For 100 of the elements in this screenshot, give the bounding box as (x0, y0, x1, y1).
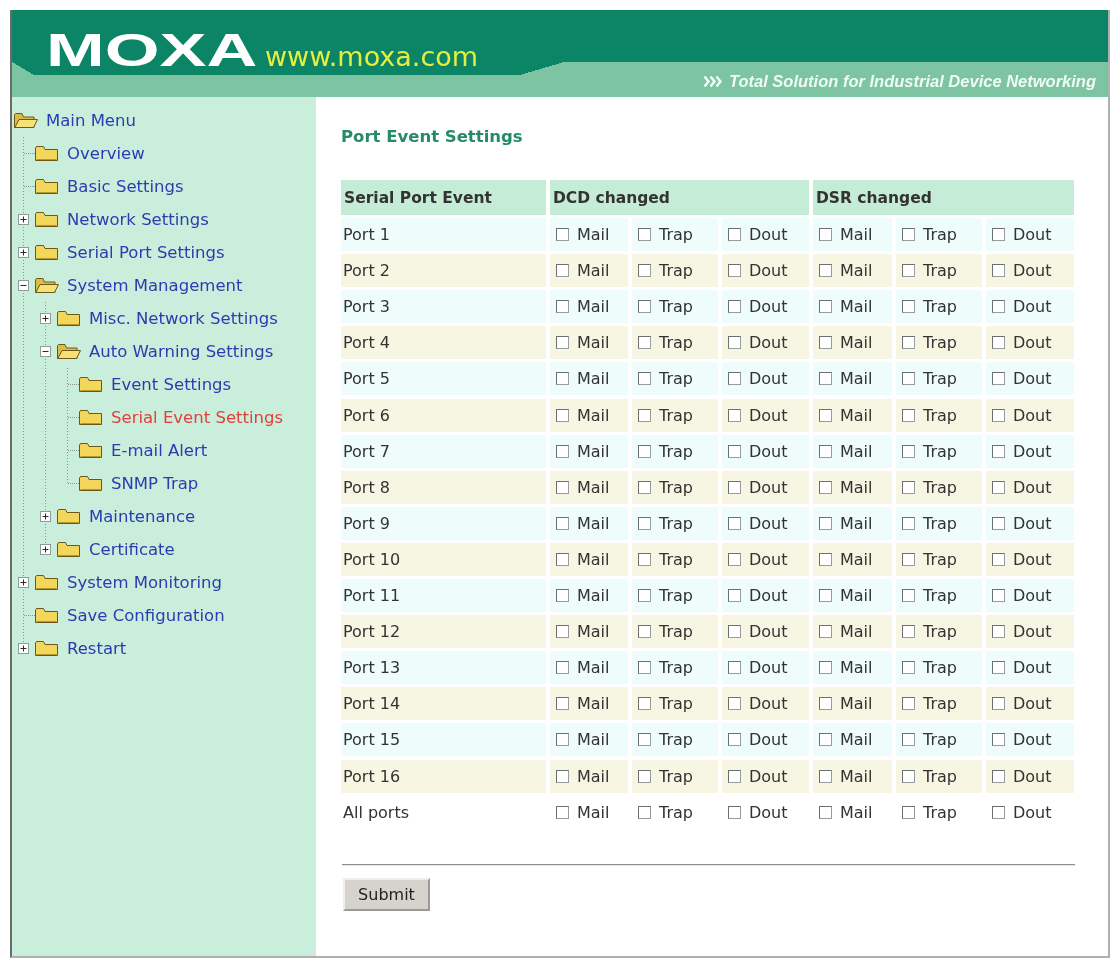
expand-icon[interactable] (40, 544, 51, 555)
checkbox[interactable] (819, 733, 832, 747)
checkbox[interactable] (902, 625, 915, 639)
checkbox[interactable] (638, 336, 651, 350)
menu-item[interactable]: Save Configuration (67, 606, 225, 625)
checkbox[interactable] (638, 589, 651, 603)
checkbox[interactable] (728, 625, 741, 639)
checkbox[interactable] (556, 589, 569, 603)
checkbox[interactable] (992, 516, 1005, 530)
checkbox[interactable] (556, 697, 569, 711)
checkbox[interactable] (902, 372, 915, 386)
checkbox[interactable] (819, 264, 832, 278)
checkbox[interactable] (819, 300, 832, 314)
checkbox[interactable] (638, 300, 651, 314)
checkbox[interactable] (638, 372, 651, 386)
checkbox[interactable] (556, 480, 569, 494)
checkbox[interactable] (992, 625, 1005, 639)
checkbox[interactable] (992, 697, 1005, 711)
checkbox[interactable] (638, 228, 651, 242)
checkbox[interactable] (992, 372, 1005, 386)
checkbox[interactable] (638, 264, 651, 278)
checkbox[interactable] (819, 769, 832, 783)
checkbox[interactable] (902, 661, 915, 675)
checkbox[interactable] (638, 805, 651, 819)
checkbox[interactable] (556, 228, 569, 242)
checkbox[interactable] (992, 480, 1005, 494)
checkbox[interactable] (638, 552, 651, 566)
checkbox[interactable] (819, 552, 832, 566)
checkbox[interactable] (902, 805, 915, 819)
expand-icon[interactable] (18, 247, 29, 258)
checkbox[interactable] (902, 697, 915, 711)
checkbox[interactable] (638, 408, 651, 422)
checkbox[interactable] (992, 552, 1005, 566)
checkbox[interactable] (902, 300, 915, 314)
checkbox[interactable] (638, 444, 651, 458)
checkbox[interactable] (819, 444, 832, 458)
menu-item[interactable]: Event Settings (111, 375, 232, 394)
checkbox[interactable] (556, 300, 569, 314)
checkbox[interactable] (556, 805, 569, 819)
checkbox[interactable] (992, 769, 1005, 783)
checkbox[interactable] (992, 408, 1005, 422)
checkbox[interactable] (556, 552, 569, 566)
checkbox[interactable] (819, 805, 832, 819)
checkbox[interactable] (819, 228, 832, 242)
checkbox[interactable] (728, 300, 741, 314)
checkbox[interactable] (556, 625, 569, 639)
checkbox[interactable] (819, 697, 832, 711)
collapse-icon[interactable] (18, 280, 29, 291)
menu-item[interactable]: Auto Warning Settings (89, 342, 274, 361)
checkbox[interactable] (992, 300, 1005, 314)
checkbox[interactable] (728, 480, 741, 494)
checkbox[interactable] (728, 589, 741, 603)
checkbox[interactable] (556, 408, 569, 422)
menu-item[interactable]: E-mail Alert (111, 441, 208, 460)
checkbox[interactable] (638, 697, 651, 711)
checkbox[interactable] (728, 805, 741, 819)
checkbox[interactable] (819, 336, 832, 350)
checkbox[interactable] (992, 661, 1005, 675)
checkbox[interactable] (992, 228, 1005, 242)
checkbox[interactable] (819, 661, 832, 675)
checkbox[interactable] (728, 372, 741, 386)
checkbox[interactable] (728, 444, 741, 458)
checkbox[interactable] (638, 769, 651, 783)
submit-button[interactable]: Submit (343, 877, 430, 911)
checkbox[interactable] (992, 336, 1005, 350)
menu-item[interactable]: Restart (67, 639, 127, 658)
expand-icon[interactable] (18, 577, 29, 588)
checkbox[interactable] (728, 264, 741, 278)
checkbox[interactable] (992, 805, 1005, 819)
expand-icon[interactable] (40, 313, 51, 324)
checkbox[interactable] (556, 769, 569, 783)
checkbox[interactable] (819, 408, 832, 422)
menu-item[interactable]: Overview (67, 144, 145, 163)
checkbox[interactable] (902, 769, 915, 783)
collapse-icon[interactable] (40, 346, 51, 357)
checkbox[interactable] (819, 480, 832, 494)
checkbox[interactable] (728, 733, 741, 747)
checkbox[interactable] (992, 444, 1005, 458)
menu-item[interactable]: Maintenance (89, 507, 196, 526)
checkbox[interactable] (902, 228, 915, 242)
menu-item[interactable]: Main Menu (46, 111, 136, 130)
menu-item[interactable]: SNMP Trap (111, 474, 199, 493)
checkbox[interactable] (728, 516, 741, 530)
menu-item[interactable]: Basic Settings (67, 177, 184, 196)
expand-icon[interactable] (18, 214, 29, 225)
checkbox[interactable] (638, 625, 651, 639)
checkbox[interactable] (556, 336, 569, 350)
checkbox[interactable] (992, 264, 1005, 278)
checkbox[interactable] (992, 589, 1005, 603)
checkbox[interactable] (728, 552, 741, 566)
checkbox[interactable] (638, 661, 651, 675)
menu-item[interactable]: System Management (67, 276, 243, 295)
checkbox[interactable] (556, 516, 569, 530)
menu-item[interactable]: Misc. Network Settings (89, 309, 278, 328)
checkbox[interactable] (556, 264, 569, 278)
checkbox[interactable] (556, 444, 569, 458)
menu-item[interactable]: Certificate (89, 540, 175, 559)
menu-item[interactable]: System Monitoring (67, 573, 222, 592)
checkbox[interactable] (902, 589, 915, 603)
checkbox[interactable] (728, 769, 741, 783)
